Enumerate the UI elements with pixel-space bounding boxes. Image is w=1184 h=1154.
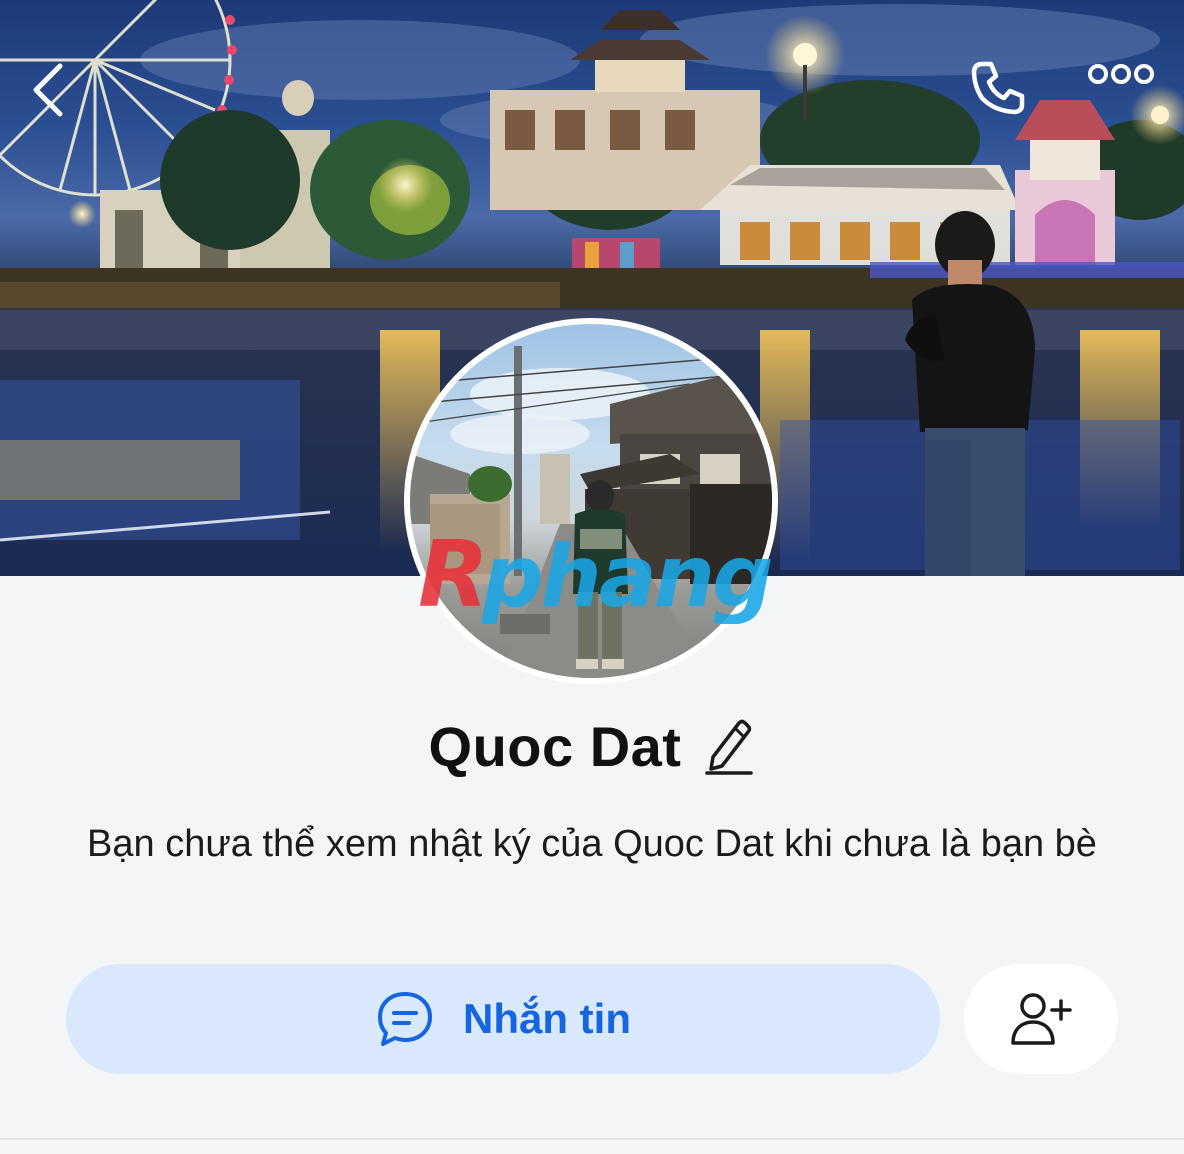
- message-button-label: Nhắn tin: [463, 995, 631, 1042]
- profile-name-row: Quoc Dat: [0, 706, 1184, 786]
- call-button[interactable]: [968, 58, 1036, 120]
- more-dots-icon: [1088, 64, 1154, 84]
- message-button[interactable]: Nhắn tin: [66, 964, 940, 1074]
- diary-restriction-note: Bạn chưa thể xem nhật ký của Quoc Dat kh…: [87, 823, 1097, 865]
- section-divider: [0, 1138, 1184, 1140]
- profile-name: Quoc Dat: [428, 714, 682, 778]
- chat-bubble-icon: [375, 989, 435, 1049]
- add-friend-icon: [1011, 993, 1072, 1045]
- back-button[interactable]: [30, 62, 82, 122]
- phone-icon: [971, 61, 1025, 115]
- add-friend-button[interactable]: [964, 964, 1118, 1074]
- more-options-button[interactable]: [1086, 62, 1166, 112]
- profile-page: R phang Quoc Dat Bạn chưa thể xem nhật k…: [0, 0, 1184, 1154]
- avatar[interactable]: [404, 318, 778, 684]
- avatar-illustration: [410, 346, 772, 678]
- avatar-photo: [410, 324, 772, 678]
- chevron-left-icon: [33, 63, 63, 117]
- edit-name-button[interactable]: [703, 716, 755, 776]
- pencil-icon: [705, 719, 754, 775]
